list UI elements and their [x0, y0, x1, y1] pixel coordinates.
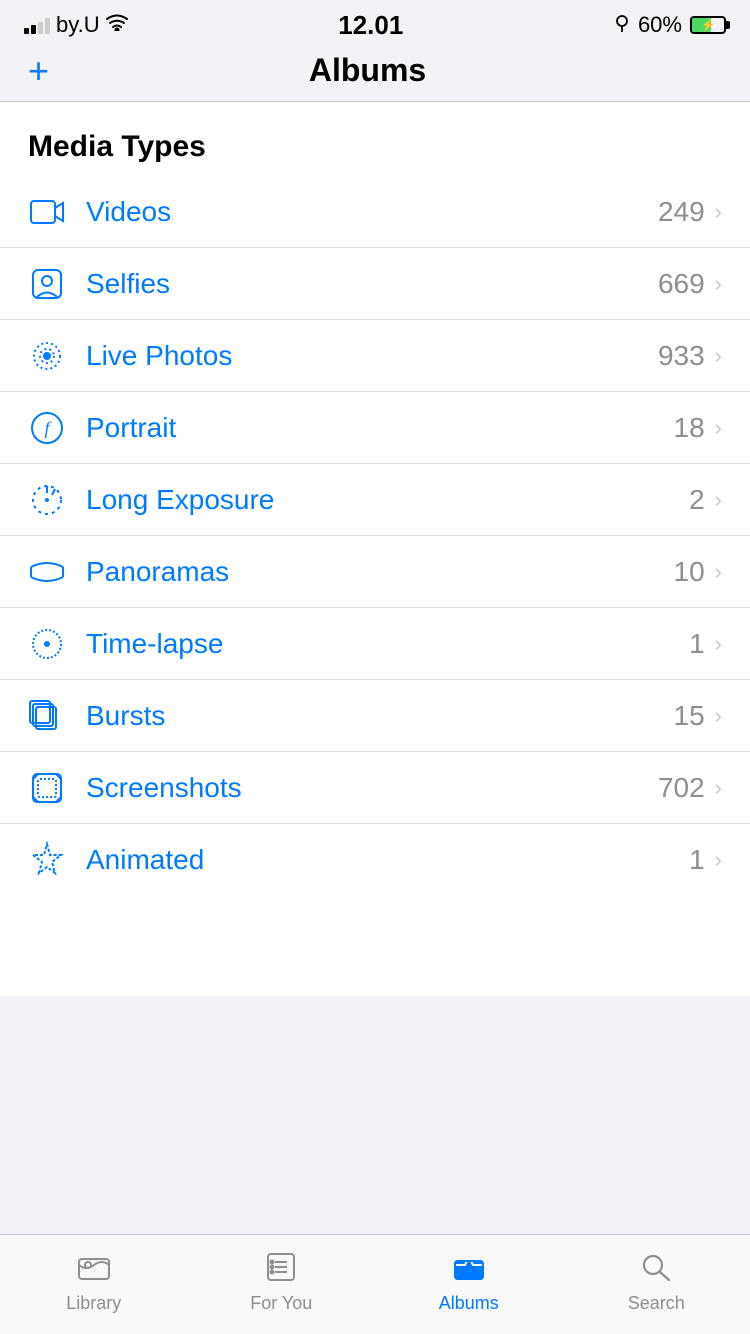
item-count-animated: 1: [689, 844, 705, 876]
chevron-icon-videos: ›: [715, 199, 722, 225]
list-item-screenshots[interactable]: Screenshots 702 ›: [0, 752, 750, 824]
item-count-screenshots: 702: [658, 772, 705, 804]
battery-icon: ⚡: [690, 16, 726, 34]
item-label-portrait: Portrait: [78, 412, 674, 444]
item-label-timelapse: Time-lapse: [78, 628, 689, 660]
carrier-label: by.U: [56, 12, 100, 38]
chevron-icon-bursts: ›: [715, 703, 722, 729]
chevron-icon-panoramas: ›: [715, 559, 722, 585]
live-photos-icon: [28, 337, 78, 375]
item-count-long-exposure: 2: [689, 484, 705, 516]
item-label-videos: Videos: [78, 196, 658, 228]
screenshot-icon: [28, 769, 78, 807]
battery-percent: 60%: [638, 12, 682, 38]
tab-label-library: Library: [66, 1293, 121, 1314]
list-item-long-exposure[interactable]: Long Exposure 2 ›: [0, 464, 750, 536]
signal-icon: [24, 16, 50, 34]
status-right: 60% ⚡: [614, 12, 726, 38]
item-count-portrait: 18: [674, 412, 705, 444]
search-tab-icon: [641, 1253, 671, 1289]
page-title: Albums: [309, 52, 426, 89]
content-area: Media Types Videos 249 › Selfies 669 ›: [0, 102, 750, 996]
tab-search[interactable]: Search: [563, 1235, 750, 1324]
svg-text:f: f: [44, 418, 52, 438]
status-time: 12.01: [338, 10, 403, 41]
item-label-bursts: Bursts: [78, 700, 674, 732]
list-item-selfies[interactable]: Selfies 669 ›: [0, 248, 750, 320]
list-item-bursts[interactable]: Bursts 15 ›: [0, 680, 750, 752]
add-album-button[interactable]: +: [28, 53, 49, 89]
item-count-bursts: 15: [674, 700, 705, 732]
wifi-icon: [106, 13, 128, 37]
video-icon: [28, 193, 78, 231]
list-item-videos[interactable]: Videos 249 ›: [0, 176, 750, 248]
item-count-selfies: 669: [658, 268, 705, 300]
chevron-icon-long-exposure: ›: [715, 487, 722, 513]
item-count-timelapse: 1: [689, 628, 705, 660]
for-you-tab-icon: [265, 1253, 297, 1289]
item-count-videos: 249: [658, 196, 705, 228]
item-label-long-exposure: Long Exposure: [78, 484, 689, 516]
list-item-live-photos[interactable]: Live Photos 933 ›: [0, 320, 750, 392]
selfie-icon: [28, 265, 78, 303]
bursts-icon: [28, 697, 78, 735]
list-item-panoramas[interactable]: Panoramas 10 ›: [0, 536, 750, 608]
panorama-icon: [28, 553, 78, 591]
list-item-animated[interactable]: Animated 1 ›: [0, 824, 750, 896]
chevron-icon-screenshots: ›: [715, 775, 722, 801]
tab-for-you[interactable]: For You: [188, 1235, 376, 1324]
item-label-live-photos: Live Photos: [78, 340, 658, 372]
portrait-icon: f: [28, 409, 78, 447]
item-label-screenshots: Screenshots: [78, 772, 658, 804]
item-count-live-photos: 933: [658, 340, 705, 372]
status-bar: by.U 12.01 60% ⚡: [0, 0, 750, 44]
item-label-panoramas: Panoramas: [78, 556, 674, 588]
tab-label-albums: Albums: [439, 1293, 499, 1314]
albums-tab-icon: [453, 1253, 485, 1289]
chevron-icon-live-photos: ›: [715, 343, 722, 369]
list-item-portrait[interactable]: f Portrait 18 ›: [0, 392, 750, 464]
tab-label-search: Search: [628, 1293, 685, 1314]
chevron-icon-animated: ›: [715, 847, 722, 873]
animated-icon: [28, 841, 78, 879]
location-icon: [614, 13, 630, 38]
library-tab-icon: [78, 1253, 110, 1289]
list-item-timelapse[interactable]: Time-lapse 1 ›: [0, 608, 750, 680]
item-label-selfies: Selfies: [78, 268, 658, 300]
nav-bar: + Albums: [0, 44, 750, 102]
tab-label-for-you: For You: [250, 1293, 312, 1314]
status-left: by.U: [24, 12, 128, 38]
tab-library[interactable]: Library: [0, 1235, 188, 1324]
tab-bar: Library For You Albums: [0, 1234, 750, 1334]
chevron-icon-timelapse: ›: [715, 631, 722, 657]
tab-albums[interactable]: Albums: [375, 1235, 563, 1324]
long-exposure-icon: [28, 481, 78, 519]
timelapse-icon: [28, 625, 78, 663]
media-types-header: Media Types: [0, 102, 750, 176]
item-count-panoramas: 10: [674, 556, 705, 588]
chevron-icon-selfies: ›: [715, 271, 722, 297]
chevron-icon-portrait: ›: [715, 415, 722, 441]
item-label-animated: Animated: [78, 844, 689, 876]
